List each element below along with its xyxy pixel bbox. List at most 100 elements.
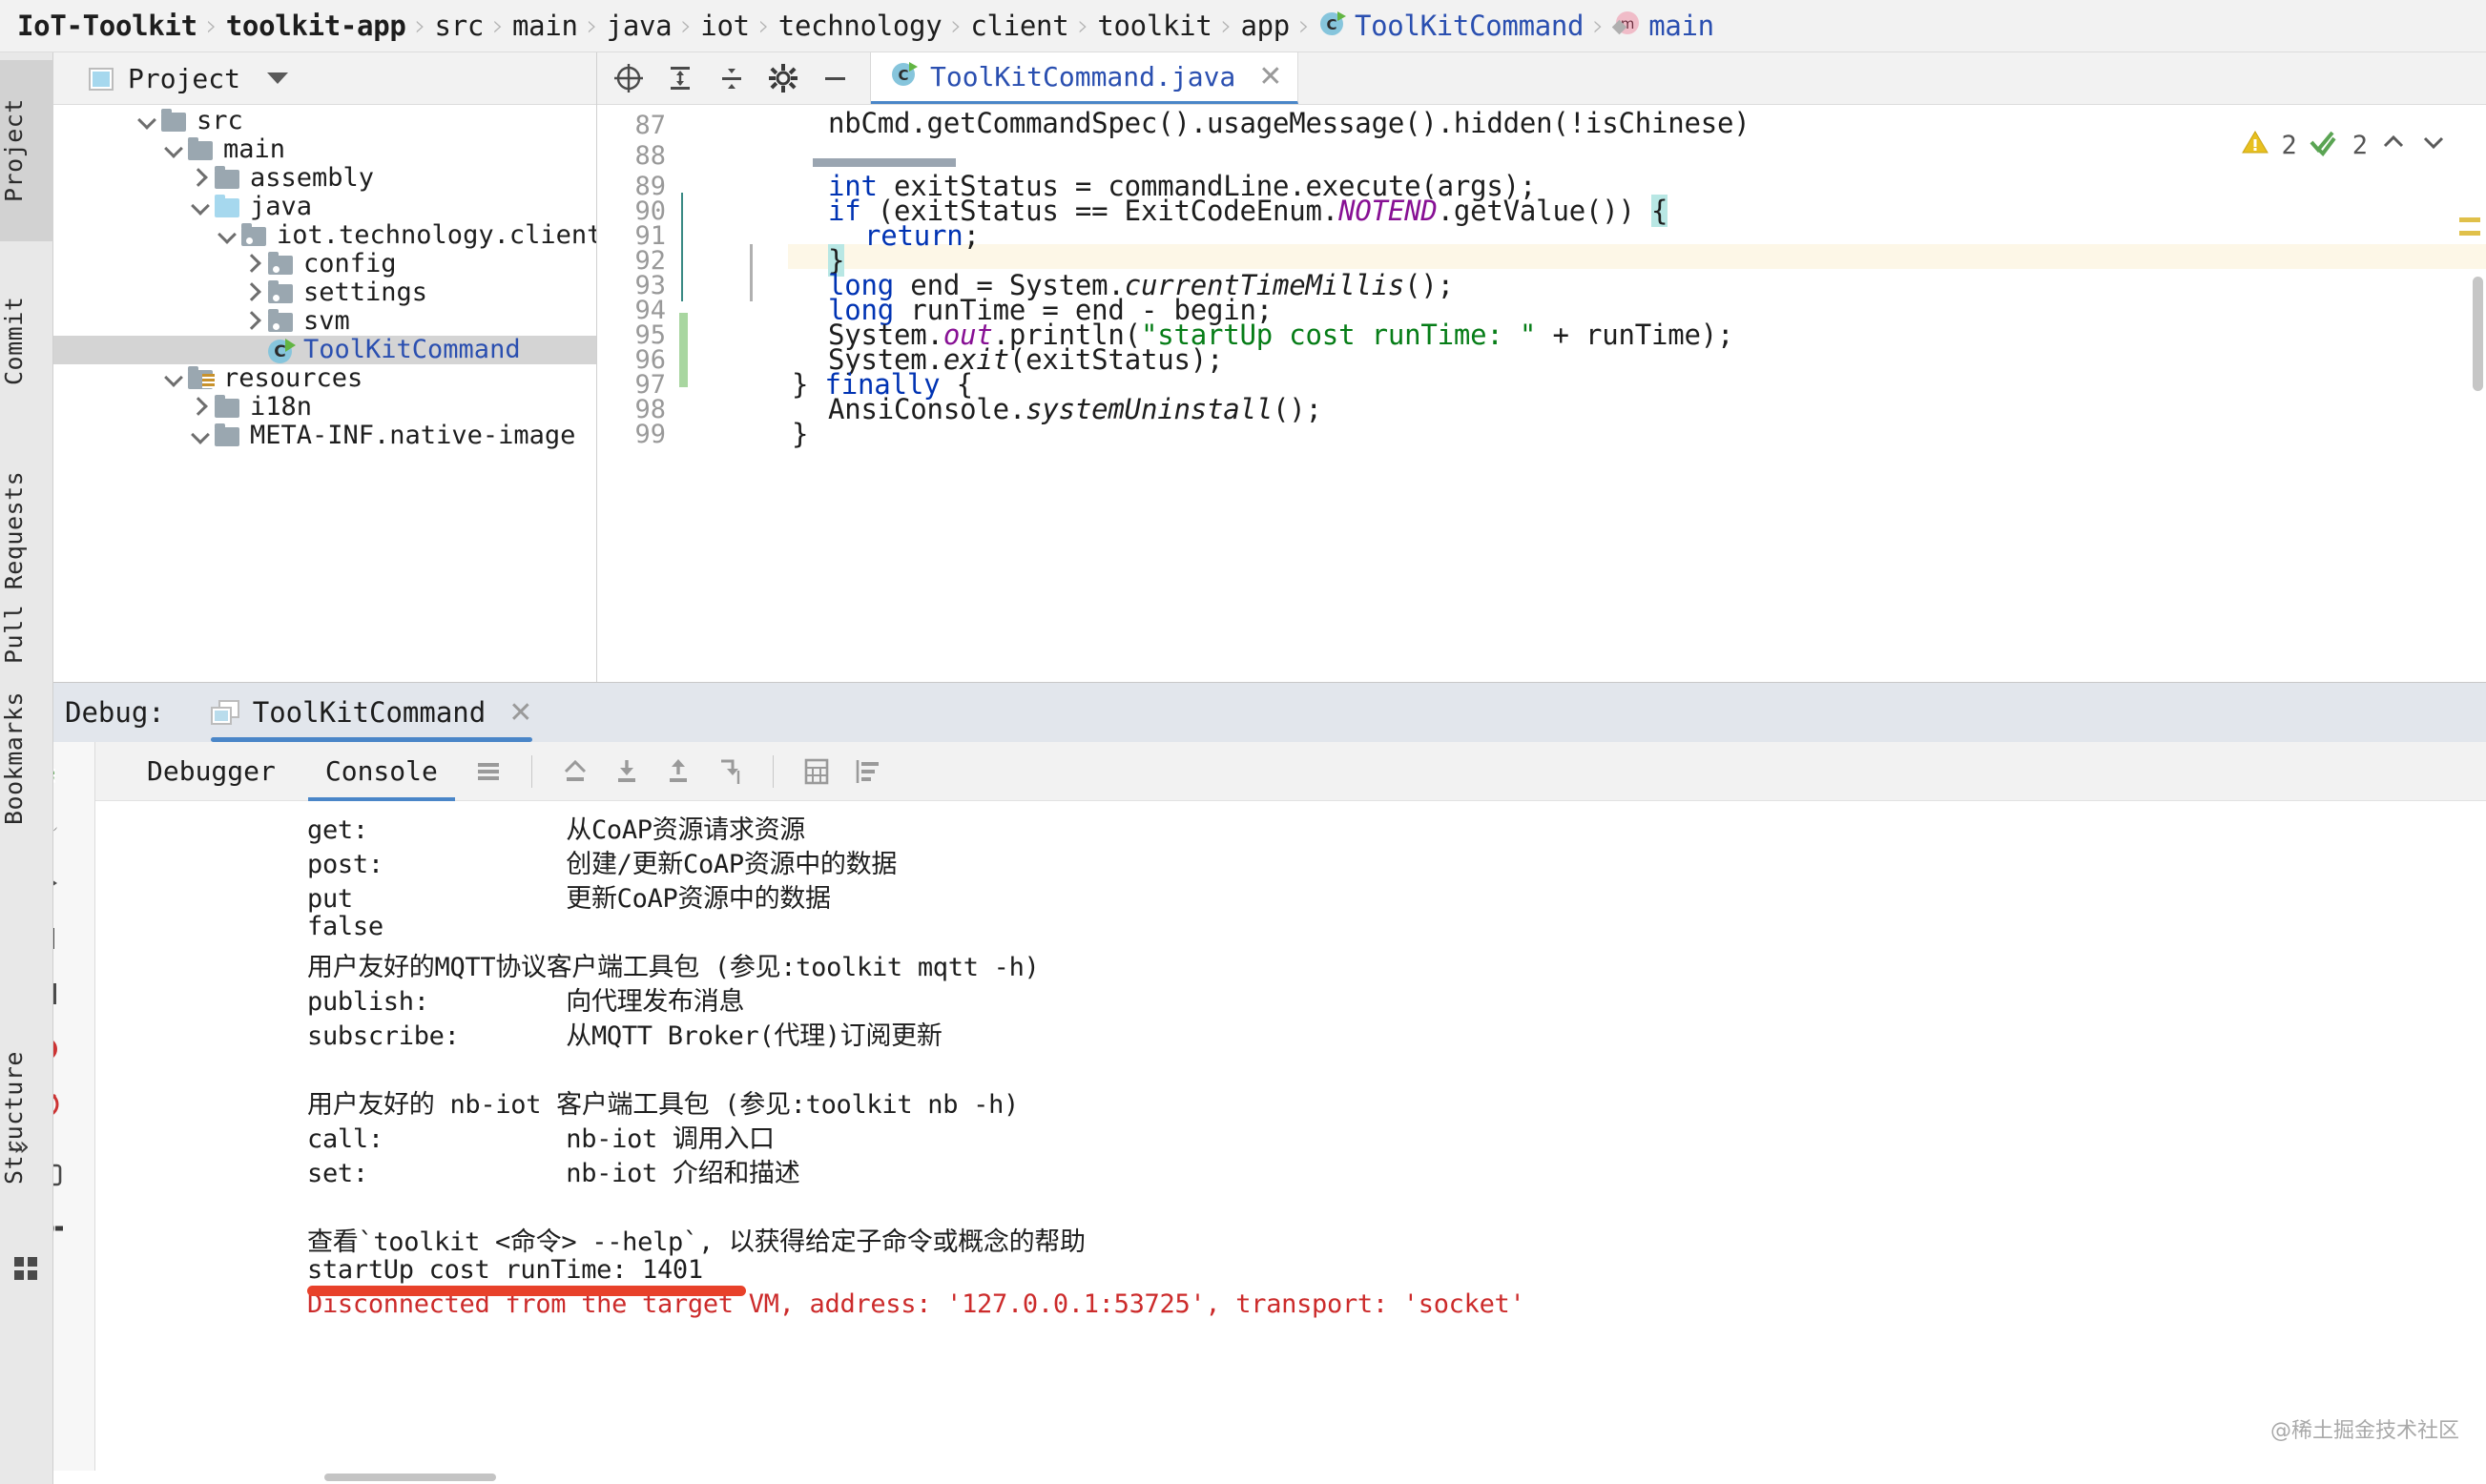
step-into-icon[interactable] xyxy=(601,746,653,797)
tree-spacer xyxy=(242,338,267,362)
tree-item-svm[interactable]: svm xyxy=(53,307,596,336)
step-over-icon[interactable] xyxy=(549,746,601,797)
java-class-icon: C xyxy=(890,59,919,94)
stripe-mark[interactable] xyxy=(2459,217,2480,222)
sidebar-item-commit[interactable]: Commit xyxy=(0,253,53,429)
breadcrumb-item-module[interactable]: toolkit-app xyxy=(226,10,406,42)
console-horizontal-scrollbar[interactable] xyxy=(0,1471,2486,1484)
debug-session-tab[interactable]: ToolKitCommand ✕ xyxy=(211,683,533,742)
chevron-right-icon[interactable] xyxy=(242,309,267,334)
breadcrumb-item-java[interactable]: java xyxy=(607,10,673,42)
tree-item-settings[interactable]: settings xyxy=(53,278,596,307)
evaluate-expression-icon[interactable] xyxy=(791,746,842,797)
settings-gear-icon[interactable] xyxy=(757,52,809,104)
tree-item-java[interactable]: java xyxy=(53,193,596,221)
tree-item-main[interactable]: main xyxy=(53,135,596,164)
editor-gutter[interactable]: 87 88 89 90 91 92 93 94 95 96 97 98 99 xyxy=(597,105,788,682)
debug-content: Debugger Console xyxy=(95,742,2486,1484)
java-class-icon: C xyxy=(1318,9,1347,44)
console-line: 用户友好的MQTT协议客户端工具包 (参见:toolkit mqtt -h) xyxy=(307,946,1039,983)
breadcrumb-item-src[interactable]: src xyxy=(435,10,484,42)
tree-item-meta-inf[interactable]: META-INF.native-image xyxy=(53,422,596,450)
close-icon[interactable]: ✕ xyxy=(1258,60,1282,93)
editor-area: C ToolKitCommand.java ✕ 87 88 89 90 91 9… xyxy=(597,52,2486,682)
collapse-all-icon[interactable] xyxy=(706,52,757,104)
chevron-down-icon[interactable] xyxy=(267,72,288,84)
code-text-area[interactable]: nbCmd.getCommandSpec().usageMessage().hi… xyxy=(788,105,2486,682)
breadcrumb-item-client[interactable]: client xyxy=(970,10,1068,42)
warning-triangle-icon[interactable] xyxy=(2241,128,2269,163)
code-editor[interactable]: 87 88 89 90 91 92 93 94 95 96 97 98 99 xyxy=(597,105,2486,682)
tab-debugger[interactable]: Debugger xyxy=(122,742,300,801)
project-tool-window: Project src main assembly xyxy=(53,52,597,682)
code-line: return; xyxy=(864,219,980,252)
run-to-cursor-icon[interactable] xyxy=(704,746,756,797)
step-out-icon[interactable] xyxy=(653,746,704,797)
editor-vertical-scrollbar[interactable] xyxy=(2473,277,2483,391)
breadcrumb-separator-icon: › xyxy=(587,10,598,43)
soft-wrap-icon[interactable] xyxy=(463,746,514,797)
chevron-down-icon[interactable] xyxy=(189,195,214,219)
folder-sources-root-icon xyxy=(214,194,240,220)
breadcrumb-item-app[interactable]: app xyxy=(1240,10,1289,42)
chevron-down-icon[interactable] xyxy=(162,137,187,162)
breadcrumb-item-iot[interactable]: iot xyxy=(700,10,749,42)
locate-file-icon[interactable] xyxy=(603,52,654,104)
tree-item-resources[interactable]: resources xyxy=(53,364,596,393)
left-tool-strip-lower: Bookmarks Structure » xyxy=(0,682,53,1484)
chevron-right-icon[interactable] xyxy=(189,166,214,191)
current-line-highlight xyxy=(788,244,2486,269)
project-file-tree[interactable]: src main assembly java iot.technolog xyxy=(53,105,596,682)
console-line: subscribe: 从MQTT Broker(代理)订阅更新 xyxy=(307,1015,943,1052)
folder-resources-root-icon xyxy=(187,365,214,392)
console-output[interactable]: get: 从CoAP资源请求资源 post: 创建/更新CoAP资源中的数据 p… xyxy=(95,801,2486,1484)
tree-item-i18n[interactable]: i18n xyxy=(53,393,596,422)
hide-panel-icon[interactable] xyxy=(809,52,860,104)
tree-item-package-root[interactable]: iot.technology.client.toolki xyxy=(53,221,596,250)
tree-item-src[interactable]: src xyxy=(53,107,596,135)
inspection-ok-icon[interactable] xyxy=(2309,128,2341,163)
sidebar-item-commit-label: Commit xyxy=(0,297,28,385)
editor-tab-bar: C ToolKitCommand.java ✕ xyxy=(597,52,2486,105)
filter-icon[interactable] xyxy=(842,746,894,797)
breadcrumb-item-toolkit[interactable]: toolkit xyxy=(1097,10,1212,42)
chevron-up-icon[interactable] xyxy=(2379,128,2408,163)
breadcrumb-item-technology[interactable]: technology xyxy=(778,10,943,42)
more-tool-windows-icon[interactable]: » xyxy=(13,1130,30,1162)
workspace: Project Commit Pull Requests Project xyxy=(0,52,2486,682)
chevron-down-icon[interactable] xyxy=(135,109,160,134)
console-line: publish: 向代理发布消息 xyxy=(307,980,744,1018)
tab-console[interactable]: Console xyxy=(300,742,463,801)
console-line: call: nb-iot 调用入口 xyxy=(307,1118,775,1155)
tree-item-toolkitcommand[interactable]: C ToolKitCommand xyxy=(53,336,596,364)
chevron-down-icon[interactable] xyxy=(162,366,187,391)
code-line: nbCmd.getCommandSpec().usageMessage().hi… xyxy=(828,107,1751,139)
chevron-down-icon[interactable] xyxy=(216,223,240,248)
breadcrumb-item-class[interactable]: ToolKitCommand xyxy=(1355,10,1584,42)
tree-item-assembly[interactable]: assembly xyxy=(53,164,596,193)
project-panel-header[interactable]: Project xyxy=(53,52,596,105)
red-underline-annotation xyxy=(307,1286,746,1296)
close-icon[interactable]: ✕ xyxy=(508,696,532,730)
editor-error-stripe[interactable] xyxy=(2459,105,2480,682)
chevron-down-icon[interactable] xyxy=(2419,128,2448,163)
breadcrumb-item-method[interactable]: main xyxy=(1648,10,1714,42)
sidebar-item-bookmarks[interactable]: Bookmarks xyxy=(0,658,53,858)
inspection-status-widget[interactable]: 2 2 xyxy=(2241,128,2448,163)
expand-all-icon[interactable] xyxy=(654,52,706,104)
breadcrumb-item-main[interactable]: main xyxy=(512,10,578,42)
step-over-icon-alt[interactable] xyxy=(21,170,71,219)
chevron-right-icon[interactable] xyxy=(242,252,267,277)
breadcrumb-separator-icon: › xyxy=(758,10,770,43)
chevron-right-icon[interactable] xyxy=(242,280,267,305)
breadcrumb-item-project[interactable]: IoT-Toolkit xyxy=(17,10,197,42)
chevron-down-icon[interactable] xyxy=(189,423,214,448)
breadcrumb-separator-icon: › xyxy=(206,10,218,43)
tree-item-config[interactable]: config xyxy=(53,250,596,278)
sidebar-item-structure[interactable]: Structure xyxy=(0,1016,53,1221)
all-tool-windows-icon[interactable] xyxy=(11,1254,40,1289)
scrollbar-thumb[interactable] xyxy=(324,1474,496,1481)
chevron-right-icon[interactable] xyxy=(189,395,214,420)
stripe-mark[interactable] xyxy=(2459,231,2480,236)
editor-tab-toolkitcommand[interactable]: C ToolKitCommand.java ✕ xyxy=(871,52,1298,104)
